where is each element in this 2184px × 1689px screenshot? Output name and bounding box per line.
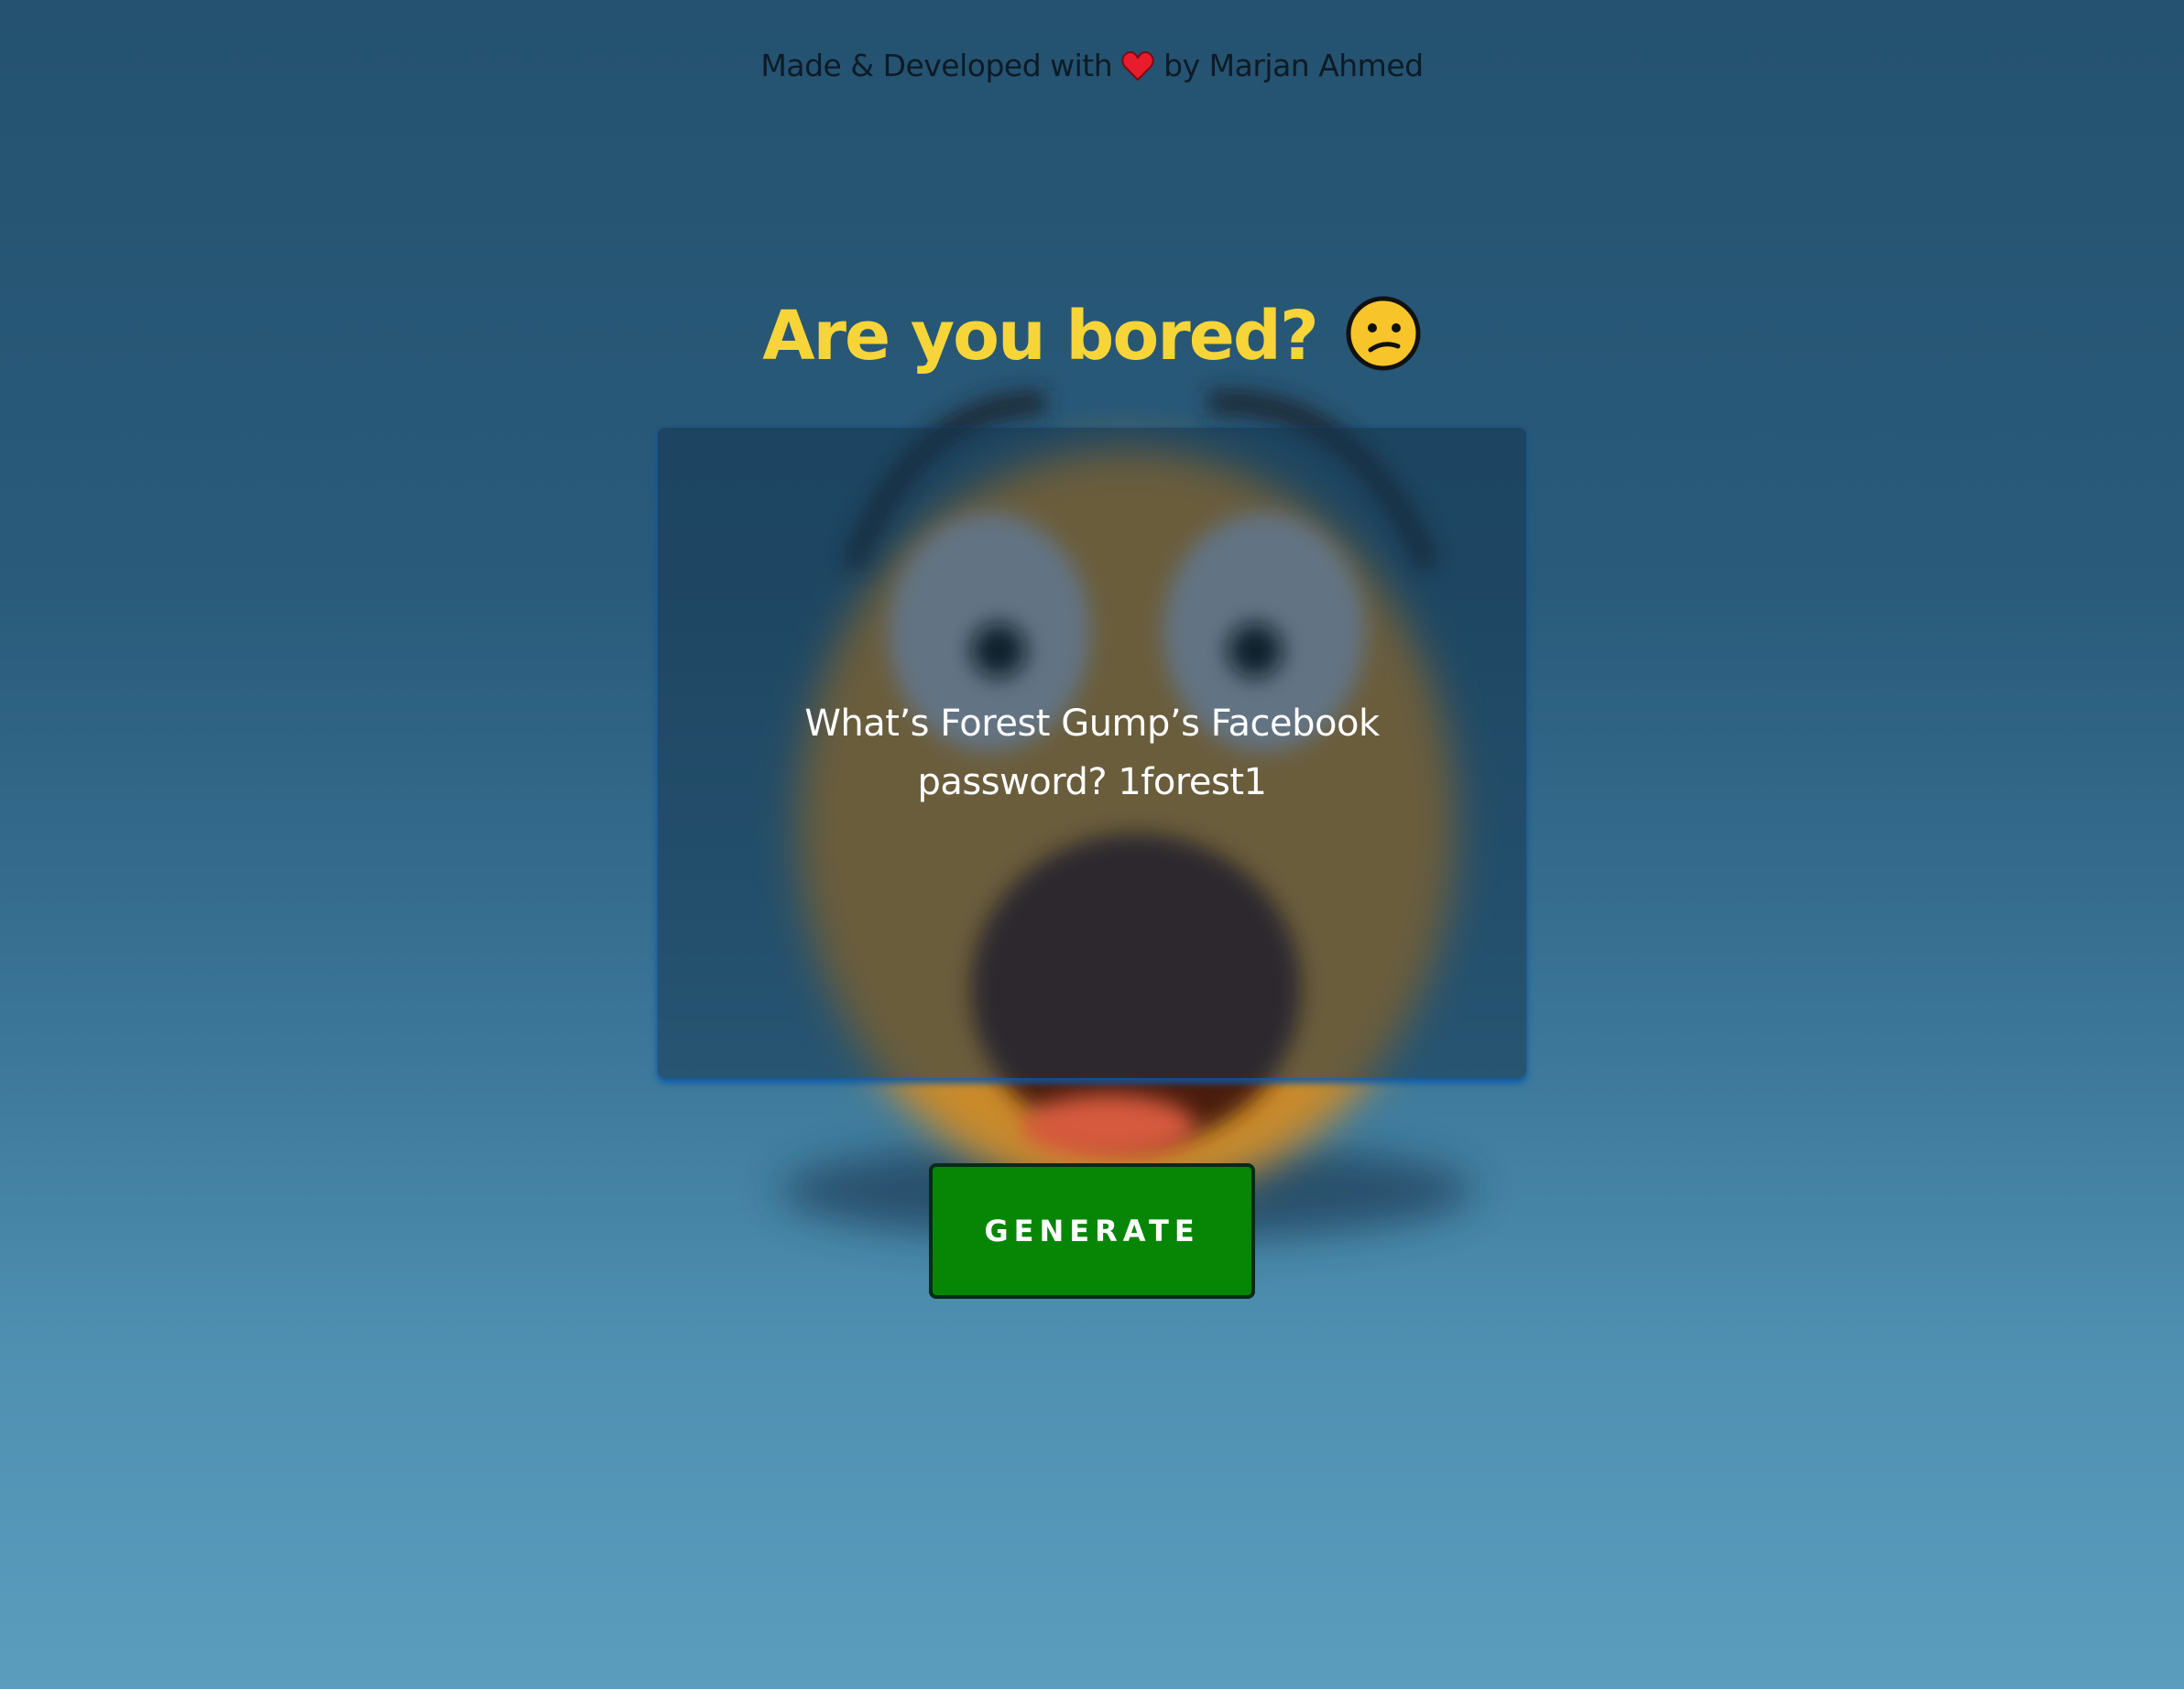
credit-suffix: by Marjan Ahmed	[1163, 48, 1424, 83]
joke-card: What’s Forest Gump’s Facebook password? …	[658, 428, 1526, 1078]
joke-text: What’s Forest Gump’s Facebook password? …	[804, 703, 1380, 803]
page-title-text: Are you bored?	[762, 297, 1319, 376]
footer-credit: Made & Developed with by Marjan Ahmed	[0, 48, 2184, 89]
page-title: Are you bored?	[0, 295, 2184, 388]
generate-button[interactable]: GENERATE	[929, 1163, 1255, 1299]
heart-icon	[1121, 50, 1154, 89]
confused-face-icon	[1345, 295, 1422, 388]
credit-prefix: Made & Developed with	[760, 48, 1113, 83]
